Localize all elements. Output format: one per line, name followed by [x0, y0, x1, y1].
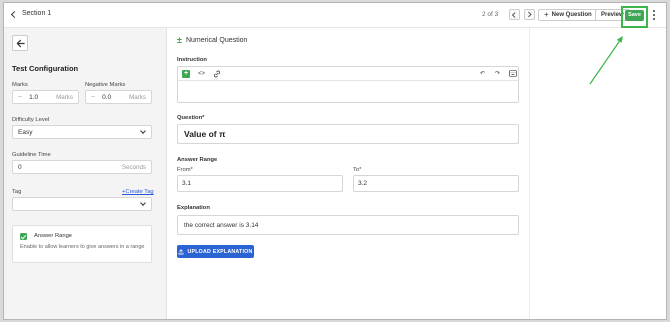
explanation-input[interactable]: the correct answer is 3.14	[177, 215, 519, 235]
tag-select[interactable]	[12, 197, 152, 211]
panel-title: Test Configuration	[12, 64, 79, 73]
plus-minus-icon: ±	[177, 35, 182, 45]
from-value: 3.1	[182, 180, 192, 187]
answer-range-label: Answer Range	[177, 157, 218, 163]
back-to-section-link[interactable]: Section 1	[10, 10, 52, 18]
guideline-time-value: 0	[18, 163, 22, 171]
to-value: 3.2	[358, 180, 368, 187]
insert-plus-icon[interactable]: +	[182, 70, 190, 78]
upload-icon	[179, 248, 184, 254]
chevron-down-icon	[140, 200, 146, 206]
annotation-arrow-icon	[589, 36, 623, 85]
upload-explanation-label: UPLOAD EXPLANATION	[187, 248, 253, 255]
top-bar: Section 1 2 of 3 + New Question Preview …	[4, 3, 666, 28]
new-question-button[interactable]: + New Question	[538, 9, 598, 21]
previous-question-button[interactable]	[509, 9, 520, 20]
chevron-left-icon	[512, 12, 518, 17]
upload-explanation-button[interactable]: UPLOAD EXPLANATION	[177, 245, 254, 258]
difficulty-select[interactable]: Easy	[12, 125, 152, 139]
back-button[interactable]	[12, 35, 28, 51]
guideline-time-field[interactable]: 0 Seconds	[12, 160, 152, 174]
explanation-text: the correct answer is 3.14	[184, 221, 259, 229]
negative-marks-label: Negative Marks	[85, 82, 126, 88]
from-input[interactable]: 3.1	[177, 175, 343, 192]
app-window: Section 1 2 of 3 + New Question Preview …	[3, 2, 667, 320]
undo-icon[interactable]: ↶	[480, 70, 485, 78]
editor-toolbar: + <> ↶ ↷	[178, 67, 518, 81]
marks-field[interactable]: − 1.0 Marks	[12, 90, 79, 104]
from-label: From*	[177, 167, 193, 173]
right-blank-area	[529, 28, 666, 319]
more-options-icon[interactable]	[652, 10, 656, 20]
tag-label: Tag	[12, 189, 22, 195]
answer-range-card: Answer Range Enable to allow learners to…	[12, 225, 152, 263]
marks-unit: Marks	[56, 93, 73, 101]
answer-range-checkbox[interactable]	[20, 233, 27, 240]
page-indicator: 2 of 3	[482, 11, 499, 18]
chevron-down-icon	[140, 128, 146, 134]
instruction-editor[interactable]: + <> ↶ ↷	[177, 66, 519, 103]
question-input[interactable]: Value of π	[177, 124, 519, 144]
plus-icon: +	[544, 10, 549, 19]
negative-marks-unit: Marks	[129, 93, 146, 101]
question-editor: ± Numerical Question Instruction + <> ↶ …	[167, 28, 529, 319]
question-label: Question*	[177, 115, 205, 121]
marks-label: Marks	[12, 82, 28, 88]
negative-marks-value: 0.0	[102, 93, 112, 101]
guideline-time-unit: Seconds	[121, 163, 146, 171]
question-type-label: Numerical Question	[185, 37, 248, 44]
question-type-heading: ± Numerical Question	[177, 36, 247, 45]
chevron-right-icon	[526, 12, 532, 17]
question-text: Value of π	[184, 129, 226, 139]
answer-range-description: Enable to allow learners to give answers…	[20, 244, 145, 250]
marks-value: 1.0	[29, 93, 39, 101]
negative-marks-field[interactable]: − 0.0 Marks	[85, 90, 152, 104]
difficulty-value: Easy	[18, 128, 33, 136]
keyboard-icon[interactable]	[509, 70, 517, 77]
next-question-button[interactable]	[524, 9, 535, 20]
to-label: To*	[353, 167, 362, 173]
code-icon[interactable]: <>	[198, 70, 205, 78]
to-input[interactable]: 3.2	[353, 175, 519, 192]
guideline-time-label: Guideline Time	[12, 152, 51, 158]
answer-range-toggle-label: Answer Range	[34, 233, 73, 239]
save-button[interactable]: Save	[625, 9, 644, 21]
create-tag-link[interactable]: +Create Tag	[122, 189, 154, 195]
minus-icon: −	[91, 93, 96, 101]
config-panel: Test Configuration Marks − 1.0 Marks Neg…	[4, 28, 167, 319]
section-label: Section 1	[22, 10, 52, 17]
explanation-label: Explanation	[177, 205, 210, 211]
instruction-label: Instruction	[177, 57, 207, 63]
arrow-left-icon	[16, 39, 25, 47]
difficulty-label: Difficulty Level	[12, 117, 50, 123]
new-question-label: New Question	[551, 12, 592, 18]
chevron-left-icon	[10, 10, 19, 18]
minus-icon: −	[18, 93, 23, 101]
redo-icon[interactable]: ↷	[495, 70, 500, 78]
link-icon[interactable]	[213, 70, 221, 78]
